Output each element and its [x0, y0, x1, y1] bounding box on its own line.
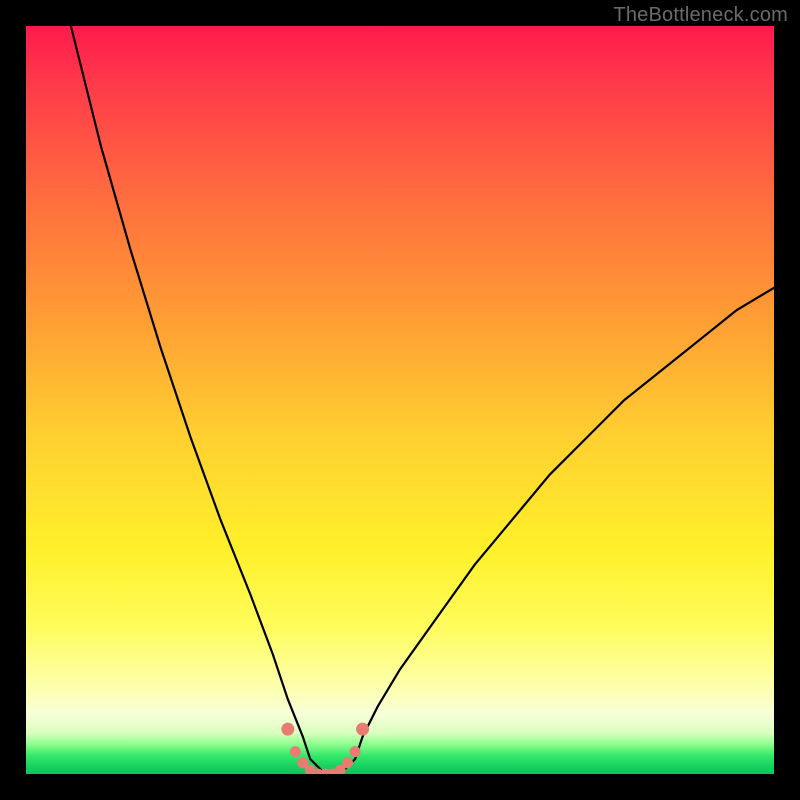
curve-svg [26, 26, 774, 774]
watermark-text: TheBottleneck.com [613, 4, 788, 27]
outer-black-frame: TheBottleneck.com [0, 0, 800, 800]
curve-path [71, 26, 774, 774]
bottleneck-curve [71, 26, 774, 774]
trough-dot [290, 746, 301, 757]
trough-dot [342, 757, 353, 768]
trough-dot [356, 723, 369, 736]
plot-area [26, 26, 774, 774]
trough-dot [350, 746, 361, 757]
trough-marker-dots [281, 723, 369, 774]
trough-dot [281, 723, 294, 736]
